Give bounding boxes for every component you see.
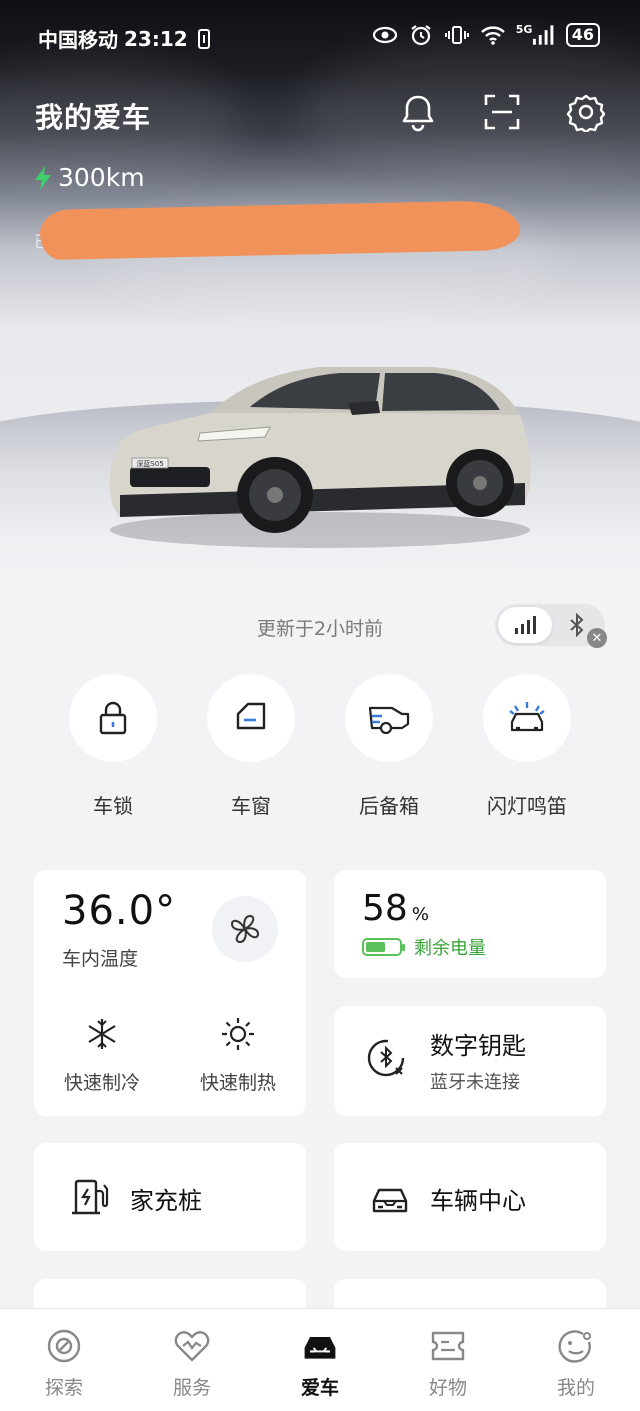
range-value: 300km — [58, 163, 145, 192]
compass-icon — [47, 1329, 81, 1363]
trunk-control[interactable]: 后备箱 — [320, 674, 458, 819]
temperature-value: 36.0° — [62, 888, 177, 934]
eye-icon — [372, 22, 398, 48]
nav-service[interactable]: 服务 — [128, 1309, 256, 1411]
sun-icon — [222, 1018, 254, 1050]
flash-horn-label: 闪灯鸣笛 — [487, 794, 567, 818]
notification-button[interactable] — [398, 92, 438, 132]
alarm-icon — [408, 22, 434, 48]
lock-control[interactable]: 车锁 — [44, 674, 182, 819]
service-heart-icon — [174, 1331, 210, 1362]
nav-my-car[interactable]: 爱车 — [256, 1309, 384, 1411]
quick-cool-button[interactable]: 快速制冷 — [42, 1016, 162, 1095]
snowflake-icon — [88, 1019, 116, 1049]
nav-explore[interactable]: 探索 — [0, 1309, 128, 1411]
quick-heat-label: 快速制热 — [199, 1072, 276, 1094]
vehicle-center-card[interactable]: 车辆中心 — [334, 1143, 606, 1251]
redaction-scribble — [39, 199, 521, 261]
digital-key-title: 数字钥匙 — [430, 1032, 526, 1060]
bell-icon — [402, 95, 434, 132]
ticket-icon — [431, 1331, 465, 1361]
flash-horn-control[interactable]: 闪灯鸣笛 — [458, 674, 596, 819]
charger-icon — [72, 1179, 109, 1215]
connection-toggle[interactable]: ✕ — [495, 604, 607, 648]
quick-cool-label: 快速制冷 — [63, 1072, 140, 1094]
battery-label: 剩余电量 — [414, 938, 486, 959]
trunk-label: 后备箱 — [359, 794, 419, 818]
trunk-icon — [368, 706, 410, 735]
fan-icon — [230, 914, 260, 944]
page-title: 我的爱车 — [35, 101, 152, 134]
vehicle-center-label: 车辆中心 — [430, 1187, 526, 1215]
face-icon — [558, 1330, 591, 1363]
status-bar: 中国移动 23:12 5G 46 — [0, 0, 640, 76]
home-charger-label: 家充桩 — [130, 1187, 202, 1215]
digital-key-card[interactable]: 数字钥匙 蓝牙未连接 — [334, 1006, 606, 1116]
clock-time: 23:12 — [124, 26, 188, 51]
battery-card[interactable]: 58% 剩余电量 — [334, 870, 606, 978]
battery-fill — [366, 942, 385, 952]
wifi-icon — [480, 22, 506, 48]
flash-horn-icon — [509, 702, 545, 732]
window-control[interactable]: 车窗 — [182, 674, 320, 819]
nav-profile[interactable]: 我的 — [512, 1309, 640, 1411]
home-charger-card[interactable]: 家充桩 — [34, 1143, 306, 1251]
vibrate-icon — [444, 22, 470, 48]
disconnected-icon: ✕ — [587, 628, 607, 648]
plate-text: 深蓝S05 — [136, 459, 163, 468]
quick-heat-button[interactable]: 快速制热 — [178, 1016, 298, 1095]
window-icon — [236, 702, 266, 730]
battery-saver-icon — [197, 28, 210, 49]
cellular-option[interactable] — [498, 607, 552, 643]
battery-icon — [362, 938, 405, 956]
scan-button[interactable] — [482, 92, 522, 132]
bottom-nav: 探索 服务 爱车 好物 我的 — [0, 1308, 640, 1411]
fan-button[interactable] — [212, 896, 278, 962]
nav-shop[interactable]: 好物 — [384, 1309, 512, 1411]
gear-icon — [566, 94, 606, 132]
bluetooth-icon — [570, 613, 584, 637]
battery-value: 58% — [362, 888, 429, 929]
bluetooth-key-icon — [367, 1039, 405, 1077]
lock-label: 车锁 — [93, 794, 133, 818]
scan-icon — [484, 94, 520, 130]
range-display: 300km — [34, 163, 145, 192]
digital-key-status: 蓝牙未连接 — [430, 1072, 520, 1093]
lock-icon — [99, 701, 127, 735]
window-label: 车窗 — [231, 794, 271, 818]
signal-icon: 5G — [516, 22, 556, 48]
carrier-name: 中国移动 — [38, 28, 118, 52]
climate-card[interactable]: 36.0° 车内温度 快速制冷 快速制热 — [34, 870, 306, 1116]
car-image: 深蓝S05 — [109, 367, 531, 548]
car-outline-icon — [372, 1188, 408, 1213]
lightning-icon — [35, 165, 51, 190]
car-filled-icon — [304, 1336, 336, 1359]
battery-indicator: 46 — [565, 23, 600, 47]
temperature-label: 车内温度 — [62, 948, 139, 970]
signal-bars-icon — [515, 616, 536, 634]
settings-button[interactable] — [566, 92, 606, 132]
